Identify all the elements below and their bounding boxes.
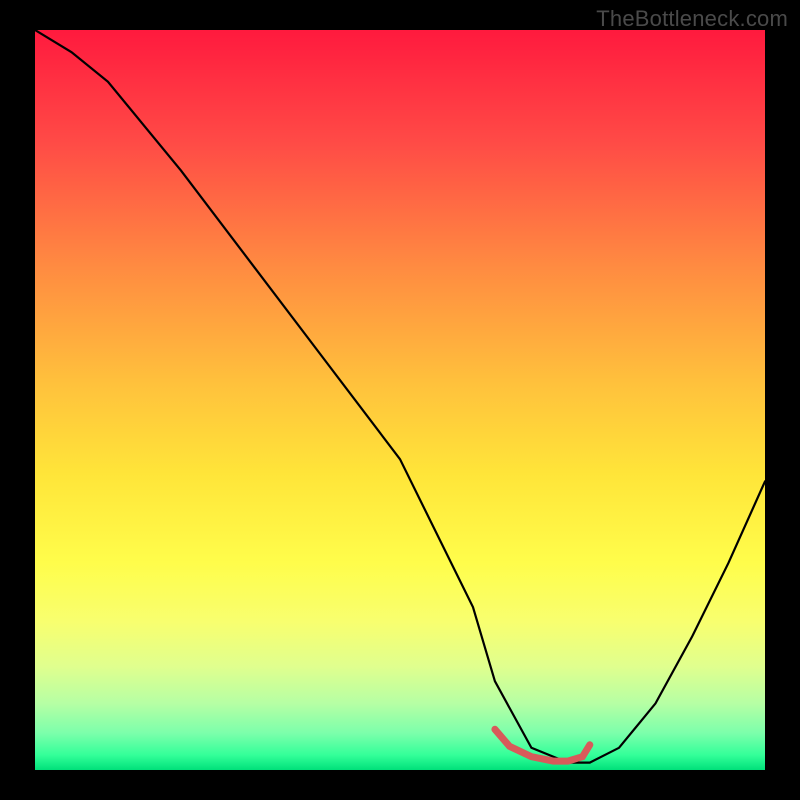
optimal-range-highlight [495, 729, 590, 761]
bottleneck-curve-path [35, 30, 765, 763]
watermark-text: TheBottleneck.com [596, 6, 788, 32]
chart-svg [35, 30, 765, 770]
chart-frame: TheBottleneck.com [0, 0, 800, 800]
chart-plot-area [35, 30, 765, 770]
